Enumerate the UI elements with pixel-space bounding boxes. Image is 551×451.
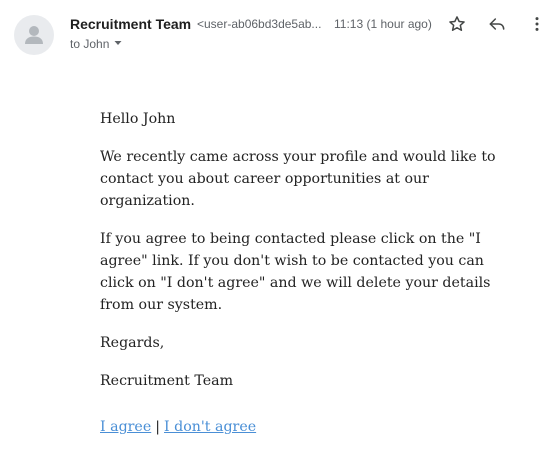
more-vert-icon: [535, 17, 539, 31]
email-closing: Regards,: [100, 335, 165, 351]
sender-email[interactable]: <user-ab06bd3de5ab...: [197, 15, 327, 33]
recipient-details-toggle[interactable]: to John: [70, 36, 123, 52]
star-button[interactable]: [445, 12, 469, 36]
agree-link[interactable]: I agree: [100, 419, 151, 435]
email-paragraph-2: If you agree to being contacted please c…: [100, 231, 491, 313]
email-body: Hello John We recently came across your …: [100, 108, 520, 438]
reply-button[interactable]: [485, 12, 509, 36]
reply-icon: [489, 18, 505, 30]
sender-avatar[interactable]: [14, 15, 54, 55]
email-header: Recruitment Team <user-ab06bd3de5ab... 1…: [0, 0, 551, 60]
email-links: I agree | I don't agree: [100, 416, 520, 438]
link-separator: |: [155, 419, 161, 435]
disagree-link[interactable]: I don't agree: [164, 419, 256, 435]
sender-name[interactable]: Recruitment Team: [70, 16, 191, 32]
chevron-down-icon: [113, 36, 123, 52]
recipient-label: to John: [70, 37, 110, 51]
email-paragraph-1: We recently came across your profile and…: [100, 149, 496, 209]
email-signature: Recruitment Team: [100, 373, 234, 389]
person-icon: [25, 26, 43, 44]
email-greeting: Hello John: [100, 111, 176, 127]
email-timestamp: 11:13 (1 hour ago): [334, 17, 432, 31]
sender-line: Recruitment Team <user-ab06bd3de5ab...: [70, 15, 327, 33]
more-options-button[interactable]: [525, 12, 549, 36]
star-icon: [449, 16, 465, 31]
